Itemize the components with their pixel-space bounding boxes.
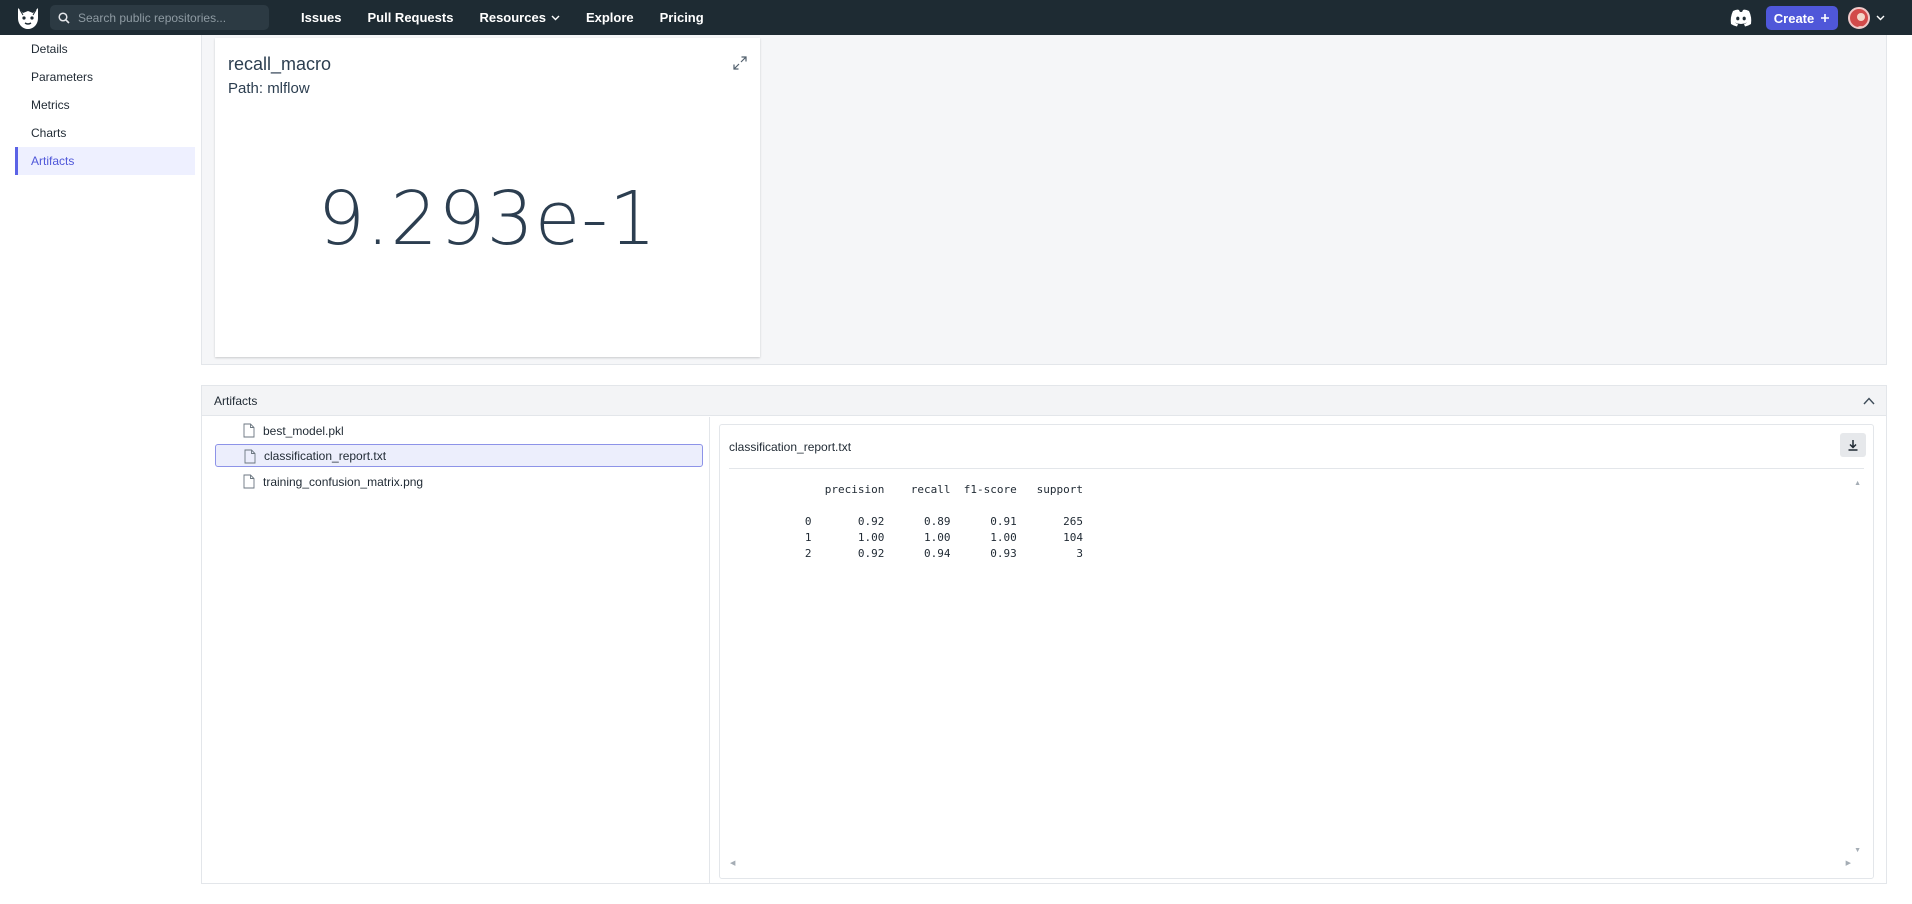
file-name: training_confusion_matrix.png bbox=[263, 474, 424, 489]
sidebar-item-charts[interactable]: Charts bbox=[15, 119, 195, 147]
nav-pull-requests-label: Pull Requests bbox=[367, 10, 454, 25]
file-item-classification-report[interactable]: classification_report.txt bbox=[215, 444, 703, 467]
file-name: classification_report.txt bbox=[264, 448, 387, 463]
artifact-file-tree: best_model.pkl classification_report.txt… bbox=[202, 417, 710, 883]
create-button[interactable]: Create bbox=[1766, 6, 1838, 30]
nav-resources-label: Resources bbox=[479, 10, 546, 25]
page-content: Details Parameters Metrics Charts Artifa… bbox=[0, 35, 1912, 904]
scroll-up-arrow-icon[interactable]: ▲ bbox=[1854, 480, 1861, 487]
scroll-right-arrow-icon[interactable]: ▶ bbox=[1846, 859, 1851, 867]
sidebar-item-metrics[interactable]: Metrics bbox=[15, 91, 195, 119]
artifacts-header[interactable]: Artifacts bbox=[202, 386, 1886, 416]
file-item-best-model[interactable]: best_model.pkl bbox=[215, 419, 703, 442]
nav-issues-label: Issues bbox=[301, 10, 342, 25]
file-viewer-title: classification_report.txt bbox=[729, 440, 852, 454]
main-nav: Issues Pull Requests Resources Explore P… bbox=[288, 0, 717, 35]
nav-explore[interactable]: Explore bbox=[573, 0, 647, 35]
user-avatar-icon bbox=[1857, 13, 1865, 27]
metric-value: 9.293e-1 bbox=[317, 176, 658, 262]
chevron-down-icon bbox=[551, 15, 560, 20]
download-icon bbox=[1848, 440, 1858, 451]
chevron-down-icon bbox=[1876, 15, 1885, 21]
dagshub-logo-icon[interactable] bbox=[14, 4, 42, 32]
avatar[interactable] bbox=[1848, 7, 1870, 29]
sidebar-item-details[interactable]: Details bbox=[15, 35, 195, 63]
nav-pricing[interactable]: Pricing bbox=[647, 0, 717, 35]
artifacts-title: Artifacts bbox=[214, 393, 258, 408]
search-box[interactable] bbox=[50, 5, 269, 30]
metric-title: recall_macro bbox=[228, 54, 332, 74]
nav-issues[interactable]: Issues bbox=[288, 0, 354, 35]
discord-icon[interactable] bbox=[1729, 8, 1753, 28]
nav-pull-requests[interactable]: Pull Requests bbox=[354, 0, 466, 35]
file-viewer: classification_report.txt precision reca… bbox=[719, 424, 1874, 879]
search-input[interactable] bbox=[78, 10, 258, 25]
metric-path: Path: mlflow bbox=[228, 80, 310, 97]
nav-explore-label: Explore bbox=[585, 10, 634, 25]
sidebar-item-artifacts[interactable]: Artifacts bbox=[15, 147, 195, 175]
file-viewer-header: classification_report.txt bbox=[729, 425, 1866, 469]
main-area: recall_macro Path: mlflow 9.293e-1 Artif… bbox=[201, 35, 1887, 904]
report-text: precision recall f1-score support 0 0.92… bbox=[804, 483, 1083, 560]
file-name: best_model.pkl bbox=[263, 423, 344, 438]
metrics-panel: recall_macro Path: mlflow 9.293e-1 bbox=[201, 35, 1887, 365]
search-icon bbox=[58, 11, 70, 24]
chevron-up-icon[interactable] bbox=[1862, 394, 1876, 408]
metric-card: recall_macro Path: mlflow 9.293e-1 bbox=[215, 38, 760, 357]
file-icon bbox=[243, 474, 255, 489]
sidebar-item-parameters[interactable]: Parameters bbox=[15, 63, 195, 91]
artifacts-panel: Artifacts best_model.pkl classification_… bbox=[201, 385, 1887, 884]
file-icon bbox=[243, 423, 255, 438]
download-button[interactable] bbox=[1840, 433, 1866, 457]
user-menu[interactable] bbox=[1848, 6, 1888, 30]
scroll-left-arrow-icon[interactable]: ◀ bbox=[730, 859, 735, 867]
plus-icon bbox=[1821, 14, 1830, 22]
nav-resources[interactable]: Resources bbox=[466, 0, 572, 35]
file-item-training-confusion-matrix[interactable]: training_confusion_matrix.png bbox=[215, 470, 703, 493]
top-navigation-bar: Issues Pull Requests Resources Explore P… bbox=[0, 0, 1912, 35]
scroll-down-arrow-icon[interactable]: ▼ bbox=[1854, 847, 1861, 854]
nav-pricing-label: Pricing bbox=[659, 10, 704, 25]
file-icon bbox=[244, 449, 256, 464]
experiment-sidebar: Details Parameters Metrics Charts Artifa… bbox=[15, 35, 195, 175]
expand-icon[interactable] bbox=[732, 55, 748, 71]
create-button-label: Create bbox=[1773, 10, 1815, 26]
